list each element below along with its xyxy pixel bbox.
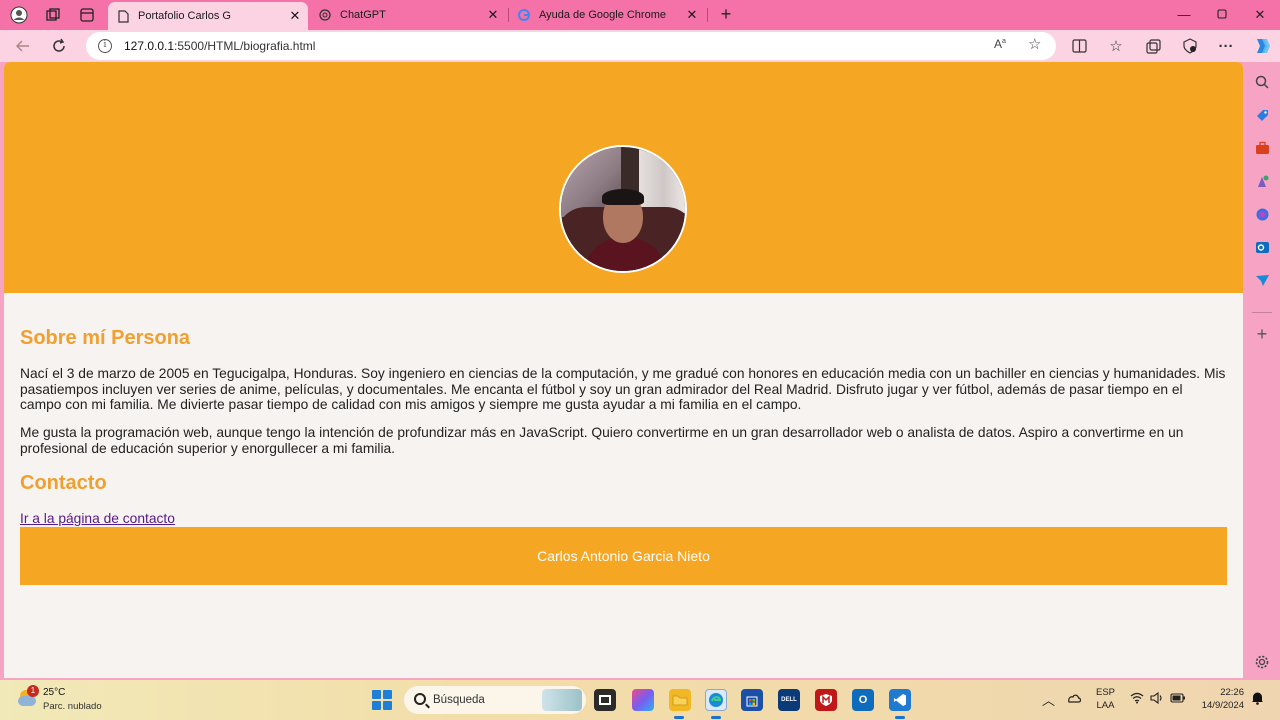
tab-separator	[707, 8, 708, 22]
language-code: ESP	[1096, 687, 1116, 698]
copilot-app-icon[interactable]	[632, 689, 654, 711]
edge-sidebar: +	[1244, 62, 1280, 678]
profile-photo	[559, 145, 687, 273]
read-aloud-icon[interactable]: Aa	[994, 37, 1006, 51]
url-text[interactable]: 127.0.0.1:5500/HTML/biografia.html	[124, 39, 315, 53]
url-host: 127.0.0.1	[124, 39, 175, 53]
back-icon[interactable]	[10, 34, 36, 58]
onedrive-icon[interactable]	[1066, 691, 1082, 708]
footer-name: Carlos Antonio Garcia Nieto	[537, 548, 710, 564]
close-icon[interactable]: ✕	[683, 7, 701, 23]
active-indicator	[674, 716, 684, 719]
edge-browser-icon[interactable]	[705, 689, 727, 711]
windows-taskbar: 1 25°C Parc. nublado Búsqueda DELL O ︿ E…	[0, 680, 1280, 720]
split-screen-icon[interactable]	[1066, 34, 1092, 58]
new-tab-icon[interactable]: +	[716, 4, 736, 24]
tab-portafolio[interactable]: Portafolio Carlos G ✕	[108, 2, 308, 30]
workspaces-icon[interactable]	[40, 3, 66, 27]
window-close-icon[interactable]: ✕	[1242, 3, 1278, 27]
search-highlight-image	[542, 689, 582, 711]
copilot-icon[interactable]	[1249, 34, 1275, 58]
notification-bell-icon[interactable]	[1251, 691, 1264, 708]
page-icon	[116, 9, 130, 23]
search-icon[interactable]	[1254, 74, 1270, 90]
tab-title: Portafolio Carlos G	[138, 10, 231, 22]
file-explorer-icon[interactable]	[669, 689, 691, 711]
url-path: :5500/HTML/biografia.html	[174, 39, 316, 53]
page-viewport: Sobre mí Persona Nací el 3 de marzo de 2…	[4, 62, 1243, 678]
tab-ayuda-chrome[interactable]: Ayuda de Google Chrome ✕	[509, 2, 705, 28]
minimize-icon[interactable]: —	[1166, 3, 1202, 27]
vscode-icon[interactable]	[889, 689, 911, 711]
tab-title: Ayuda de Google Chrome	[539, 9, 666, 21]
browser-toolbar: i 127.0.0.1:5500/HTML/biografia.html Aa …	[0, 30, 1280, 62]
sidebar-settings-icon[interactable]	[1254, 654, 1270, 670]
windows-start-icon[interactable]	[372, 690, 392, 710]
favorite-star-icon[interactable]: ☆	[1028, 35, 1041, 53]
about-paragraph-2: Me gusta la programación web, aunque ten…	[20, 425, 1184, 456]
show-hidden-icons-icon[interactable]: ︿	[1042, 690, 1055, 709]
battery-icon[interactable]	[1170, 693, 1186, 706]
sidebar-separator	[1252, 312, 1272, 313]
wifi-icon[interactable]	[1130, 692, 1144, 707]
chatgpt-icon	[318, 8, 332, 22]
system-clock[interactable]: 22:26 14/9/2024	[1196, 686, 1244, 712]
weather-temperature[interactable]: 25°C	[43, 687, 65, 698]
weather-badge: 1	[27, 685, 39, 697]
footer: Carlos Antonio Garcia Nieto	[20, 527, 1227, 585]
mcafee-icon[interactable]	[815, 689, 837, 711]
drop-send-icon[interactable]	[1254, 272, 1270, 288]
close-icon[interactable]: ✕	[286, 8, 304, 24]
about-paragraph-1: Nací el 3 de marzo de 2005 en Tegucigalp…	[20, 366, 1226, 412]
favorites-icon[interactable]: ☆	[1103, 34, 1129, 58]
active-indicator	[711, 716, 721, 719]
maximize-icon[interactable]	[1204, 3, 1240, 27]
about-heading: Sobre mí Persona	[20, 327, 191, 349]
keyboard-layout: LAA	[1096, 700, 1115, 711]
browser-essentials-icon[interactable]	[1177, 34, 1203, 58]
tools-briefcase-icon[interactable]	[1254, 140, 1270, 156]
tab-actions-icon[interactable]	[74, 3, 100, 27]
language-indicator[interactable]: ESP LAA	[1096, 686, 1115, 712]
tab-strip: Portafolio Carlos G ✕ ChatGPT ✕ Ayuda de…	[0, 0, 1280, 30]
search-placeholder: Búsqueda	[433, 694, 485, 706]
clock-date: 14/9/2024	[1201, 700, 1244, 711]
close-icon[interactable]: ✕	[484, 7, 502, 23]
weather-description[interactable]: Parc. nublado	[43, 701, 102, 712]
collections-icon[interactable]	[1140, 34, 1166, 58]
tab-chatgpt[interactable]: ChatGPT ✕	[310, 2, 506, 28]
outlook-app-icon[interactable]: O	[852, 689, 874, 711]
tab-title: ChatGPT	[340, 9, 386, 21]
active-indicator	[895, 716, 905, 719]
taskbar-search[interactable]: Búsqueda	[404, 686, 586, 714]
reload-icon[interactable]	[46, 34, 72, 58]
search-icon	[414, 693, 426, 705]
dell-app-icon[interactable]: DELL	[778, 689, 800, 711]
microsoft-365-icon[interactable]	[1254, 206, 1270, 222]
google-icon	[517, 8, 531, 22]
games-icon[interactable]	[1254, 173, 1270, 189]
hero-banner	[4, 62, 1243, 293]
settings-more-icon[interactable]: ···	[1213, 34, 1239, 58]
site-info-icon[interactable]: i	[98, 39, 112, 53]
volume-icon[interactable]	[1150, 691, 1164, 707]
address-bar[interactable]: i 127.0.0.1:5500/HTML/biografia.html Aa …	[86, 32, 1056, 60]
profile-icon[interactable]	[6, 3, 32, 27]
shopping-tag-icon[interactable]	[1254, 107, 1270, 123]
task-view-icon[interactable]	[594, 689, 616, 711]
add-icon[interactable]: +	[1254, 324, 1270, 344]
microsoft-store-icon[interactable]	[741, 689, 763, 711]
contact-page-link[interactable]: Ir a la página de contacto	[20, 511, 175, 526]
clock-time: 22:26	[1220, 687, 1244, 698]
contact-heading: Contacto	[20, 472, 107, 494]
outlook-icon[interactable]	[1254, 239, 1270, 255]
